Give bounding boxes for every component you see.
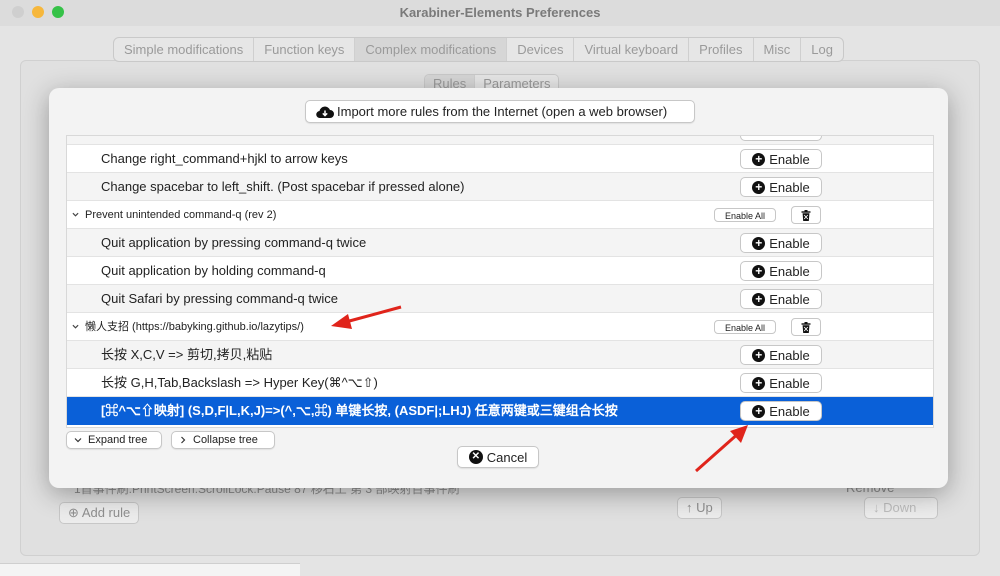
- tab-devices[interactable]: Devices: [507, 38, 575, 61]
- chevron-right-icon: [181, 436, 186, 444]
- plus-circle-icon: +: [752, 404, 766, 418]
- move-up-button[interactable]: ↑ Up: [677, 497, 722, 519]
- plus-circle-icon: +: [752, 236, 766, 250]
- enable-all-button[interactable]: Enable All: [714, 208, 776, 222]
- up-label: Up: [696, 500, 713, 515]
- plus-circle-icon: +: [752, 292, 766, 306]
- tab-misc[interactable]: Misc: [754, 38, 802, 61]
- zoom-window-button[interactable]: [52, 6, 64, 18]
- tab-complex-modifications[interactable]: Complex modifications: [355, 38, 508, 61]
- plus-circle-icon: +: [752, 152, 766, 166]
- move-down-button[interactable]: ↓ Down: [864, 497, 938, 519]
- chevron-down-icon[interactable]: [72, 211, 79, 218]
- enable-button[interactable]: + Enable: [740, 401, 822, 421]
- rule-label: Quit application by pressing command-q t…: [101, 235, 367, 250]
- expand-tree-button[interactable]: Expand tree: [66, 431, 162, 449]
- enable-button[interactable]: + Enable: [740, 177, 822, 197]
- add-rule-label: Add rule: [81, 505, 131, 520]
- enable-label: Enable: [769, 179, 810, 195]
- list-item[interactable]: Quit Safari by pressing command-q twice …: [67, 285, 933, 313]
- list-item-selected[interactable]: [⌘^⌥⇧映射] (S,D,F|L,K,J)=>(^,⌥,⌘) 单键长按, (A…: [67, 397, 933, 425]
- enable-all-button[interactable]: Enable All: [714, 320, 776, 334]
- enable-label: Enable: [769, 403, 810, 419]
- cloud-download-icon: [316, 106, 334, 118]
- list-item[interactable]: 长按 X,C,V => 剪切,拷贝,粘贴 + Enable: [67, 341, 933, 369]
- plus-circle-icon: +: [752, 180, 766, 194]
- cancel-label: Cancel: [486, 449, 528, 465]
- group-row[interactable]: 懒人支招 (https://babyking.github.io/lazytip…: [67, 313, 933, 341]
- enable-button[interactable]: + Enable: [740, 149, 822, 169]
- tab-log[interactable]: Log: [801, 38, 843, 61]
- bottom-strip: [0, 563, 300, 576]
- title-bar: Karabiner-Elements Preferences: [0, 0, 1000, 26]
- tab-simple-modifications[interactable]: Simple modifications: [114, 38, 255, 61]
- list-item[interactable]: Quit application by pressing command-q t…: [67, 229, 933, 257]
- list-item[interactable]: 长按 G,H,Tab,Backslash => Hyper Key(⌘^⌥⇧) …: [67, 369, 933, 397]
- plus-circle-icon: +: [752, 348, 766, 362]
- arrow-down-icon: ↓: [873, 500, 880, 515]
- arrow-up-icon: ↑: [686, 500, 693, 515]
- enable-button[interactable]: [740, 136, 822, 141]
- import-rules-sheet: Import more rules from the Internet (ope…: [49, 88, 948, 488]
- add-rule-button[interactable]: ⊕ Add rule: [59, 502, 140, 524]
- delete-group-button[interactable]: [791, 206, 821, 224]
- list-item[interactable]: [67, 136, 933, 145]
- tab-function-keys[interactable]: Function keys: [254, 38, 356, 61]
- expand-tree-label: Expand tree: [88, 434, 148, 446]
- trash-icon: [801, 321, 811, 333]
- tab-profiles[interactable]: Profiles: [689, 38, 754, 61]
- enable-label: Enable: [769, 347, 810, 363]
- rule-label: Change spacebar to left_shift. (Post spa…: [101, 179, 465, 194]
- group-label: 懒人支招 (https://babyking.github.io/lazytip…: [85, 321, 304, 333]
- plus-circle-icon: ⊕: [68, 505, 79, 520]
- chevron-down-icon: [74, 438, 82, 443]
- group-row[interactable]: Prevent unintended command-q (rev 2) Ena…: [67, 201, 933, 229]
- window-title: Karabiner-Elements Preferences: [399, 5, 601, 20]
- import-rules-button[interactable]: Import more rules from the Internet (ope…: [305, 100, 695, 123]
- close-window-button[interactable]: [12, 6, 24, 18]
- rules-list[interactable]: Change right_command+hjkl to arrow keys …: [66, 135, 934, 428]
- preferences-tab-bar: Simple modifications Function keys Compl…: [113, 37, 844, 62]
- rule-label: [⌘^⌥⇧映射] (S,D,F|L,K,J)=>(^,⌥,⌘) 单键长按, (A…: [101, 403, 618, 418]
- trash-icon: [801, 209, 811, 221]
- plus-circle-icon: +: [752, 376, 766, 390]
- list-item[interactable]: Quit application by holding command-q + …: [67, 257, 933, 285]
- rule-label: Change right_command+hjkl to arrow keys: [101, 151, 348, 166]
- collapse-tree-button[interactable]: Collapse tree: [171, 431, 275, 449]
- enable-button[interactable]: + Enable: [740, 233, 822, 253]
- enable-label: Enable: [769, 151, 810, 167]
- cancel-button[interactable]: ✕ Cancel: [457, 446, 539, 468]
- group-label: Prevent unintended command-q (rev 2): [85, 209, 277, 221]
- rule-label: 长按 G,H,Tab,Backslash => Hyper Key(⌘^⌥⇧): [101, 375, 378, 390]
- tab-virtual-keyboard[interactable]: Virtual keyboard: [574, 38, 690, 61]
- enable-label: Enable: [769, 235, 810, 251]
- rule-label: 长按 X,C,V => 剪切,拷贝,粘贴: [101, 347, 273, 362]
- list-item[interactable]: Change spacebar to left_shift. (Post spa…: [67, 173, 933, 201]
- collapse-tree-label: Collapse tree: [193, 434, 258, 446]
- rule-label: Quit Safari by pressing command-q twice: [101, 291, 338, 306]
- import-rules-label: Import more rules from the Internet (ope…: [337, 104, 668, 119]
- list-item[interactable]: Change right_command+hjkl to arrow keys …: [67, 145, 933, 173]
- enable-label: Enable: [769, 375, 810, 391]
- enable-button[interactable]: + Enable: [740, 261, 822, 281]
- rule-label: Quit application by holding command-q: [101, 263, 326, 278]
- enable-button[interactable]: + Enable: [740, 345, 822, 365]
- plus-circle-icon: +: [752, 264, 766, 278]
- down-label: Down: [883, 500, 917, 515]
- enable-label: Enable: [769, 263, 810, 279]
- delete-group-button[interactable]: [791, 318, 821, 336]
- enable-label: Enable: [769, 291, 810, 307]
- minimize-window-button[interactable]: [32, 6, 44, 18]
- x-circle-icon: ✕: [468, 450, 483, 464]
- enable-button[interactable]: + Enable: [740, 289, 822, 309]
- chevron-down-icon[interactable]: [72, 323, 79, 330]
- enable-button[interactable]: + Enable: [740, 373, 822, 393]
